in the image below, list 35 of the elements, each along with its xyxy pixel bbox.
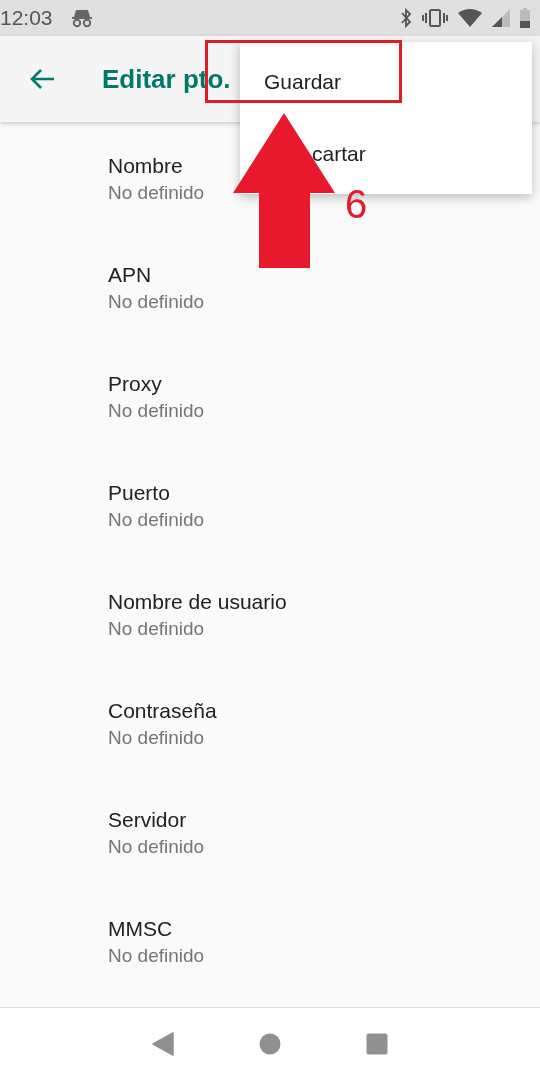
setting-title: Nombre de usuario bbox=[108, 588, 287, 615]
setting-title: APN bbox=[108, 261, 152, 288]
battery-icon bbox=[520, 8, 530, 28]
menu-item[interactable]: Guardar bbox=[240, 46, 532, 118]
setting-item[interactable]: Puerto No definido bbox=[0, 451, 540, 560]
setting-title: Contraseña bbox=[108, 697, 217, 724]
setting-value: No definido bbox=[108, 943, 205, 968]
vibrate-icon bbox=[422, 9, 448, 27]
wifi-icon bbox=[458, 9, 482, 27]
clock-time: 12:03 bbox=[0, 6, 53, 30]
setting-item[interactable]: Nombre de usuario No definido bbox=[0, 560, 540, 669]
setting-item[interactable]: APN No definido bbox=[0, 233, 540, 342]
setting-title: Servidor bbox=[108, 806, 187, 833]
setting-value: No definido bbox=[108, 725, 205, 750]
setting-item[interactable]: Proxy No definido bbox=[0, 342, 540, 451]
setting-title: Puerto bbox=[108, 479, 170, 506]
setting-value: No definido bbox=[108, 180, 205, 205]
back-icon[interactable] bbox=[152, 1032, 175, 1056]
setting-title: Nombre bbox=[108, 152, 183, 179]
setting-item[interactable]: MMSC No definido bbox=[0, 887, 540, 996]
setting-title: MMSC bbox=[108, 915, 173, 942]
setting-item[interactable]: Servidor No definido bbox=[0, 778, 540, 887]
bluetooth-icon bbox=[400, 8, 412, 28]
setting-value: No definido bbox=[108, 834, 205, 859]
incognito-icon bbox=[70, 8, 93, 28]
setting-value: No definido bbox=[108, 616, 205, 641]
setting-value: No definido bbox=[108, 398, 205, 423]
home-icon[interactable] bbox=[259, 1033, 281, 1055]
setting-item[interactable]: Contraseña No definido bbox=[0, 669, 540, 778]
setting-value: No definido bbox=[108, 507, 205, 532]
back-arrow-icon[interactable] bbox=[29, 68, 55, 90]
setting-value: No definido bbox=[108, 289, 205, 314]
signal-icon bbox=[492, 9, 510, 27]
recents-icon[interactable] bbox=[365, 1033, 388, 1055]
setting-title: Proxy bbox=[108, 370, 162, 397]
